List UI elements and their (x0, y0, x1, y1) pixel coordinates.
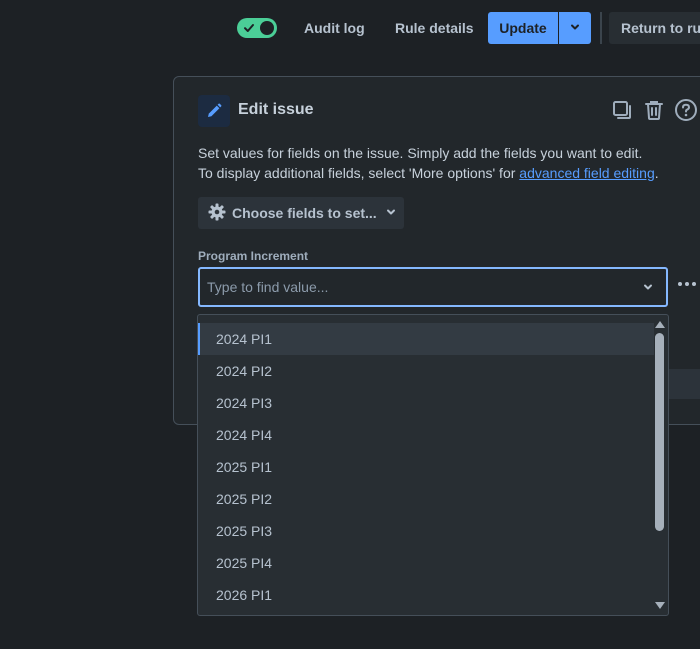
program-increment-select[interactable] (198, 267, 668, 307)
copy-icon[interactable] (609, 97, 635, 123)
toolbar-divider (600, 12, 602, 44)
audit-log-button[interactable]: Audit log (296, 12, 373, 44)
choose-fields-button[interactable]: Choose fields to set... (198, 197, 404, 229)
choose-fields-label: Choose fields to set... (232, 205, 377, 221)
chevron-down-icon (385, 205, 397, 221)
program-increment-options-menu: 2024 PI1 2024 PI2 2024 PI3 2024 PI4 2025… (197, 314, 669, 616)
options-scrollbar[interactable] (652, 315, 668, 615)
scroll-down-arrow-icon[interactable] (655, 601, 665, 611)
option-item[interactable]: 2024 PI2 (198, 355, 654, 387)
panel-description: Set values for fields on the issue. Simp… (198, 143, 659, 183)
option-item[interactable]: 2025 PI1 (198, 451, 654, 483)
obscured-panel-row (668, 369, 700, 399)
option-item[interactable]: 2024 PI4 (198, 419, 654, 451)
description-line-1: Set values for fields on the issue. Simp… (198, 145, 643, 161)
option-item[interactable]: 2024 PI3 (198, 387, 654, 419)
description-line-2: To display additional fields, select 'Mo… (198, 165, 659, 181)
advanced-field-editing-link[interactable]: advanced field editing (519, 165, 654, 181)
options-list: 2024 PI1 2024 PI2 2024 PI3 2024 PI4 2025… (198, 323, 654, 611)
trash-icon[interactable] (641, 97, 667, 123)
program-increment-search-input[interactable] (207, 269, 627, 305)
rule-enabled-toggle[interactable] (237, 18, 277, 38)
automation-rule-editor: Audit log Rule details Update Return to … (0, 0, 700, 649)
option-item[interactable]: 2025 PI2 (198, 483, 654, 515)
update-options-button[interactable] (559, 12, 591, 44)
pencil-icon (198, 95, 230, 127)
option-item[interactable]: 2025 PI4 (198, 547, 654, 579)
gear-icon (208, 203, 226, 224)
chevron-down-icon (569, 12, 581, 44)
option-item[interactable]: 2024 PI1 (198, 323, 654, 355)
return-to-rules-button[interactable]: Return to rul (609, 12, 700, 44)
option-item[interactable]: 2026 PI1 (198, 579, 654, 611)
check-icon (242, 20, 256, 36)
toggle-knob (260, 21, 274, 35)
chevron-down-icon[interactable] (640, 279, 656, 295)
more-horizontal-icon[interactable] (674, 272, 700, 296)
scrollbar-thumb[interactable] (655, 333, 664, 531)
update-button[interactable]: Update (488, 12, 558, 44)
rule-details-button[interactable]: Rule details (387, 12, 482, 44)
scroll-up-arrow-icon[interactable] (655, 319, 665, 329)
question-icon[interactable] (673, 97, 699, 123)
program-increment-label: Program Increment (198, 249, 309, 263)
panel-title: Edit issue (238, 101, 314, 118)
option-item[interactable]: 2025 PI3 (198, 515, 654, 547)
